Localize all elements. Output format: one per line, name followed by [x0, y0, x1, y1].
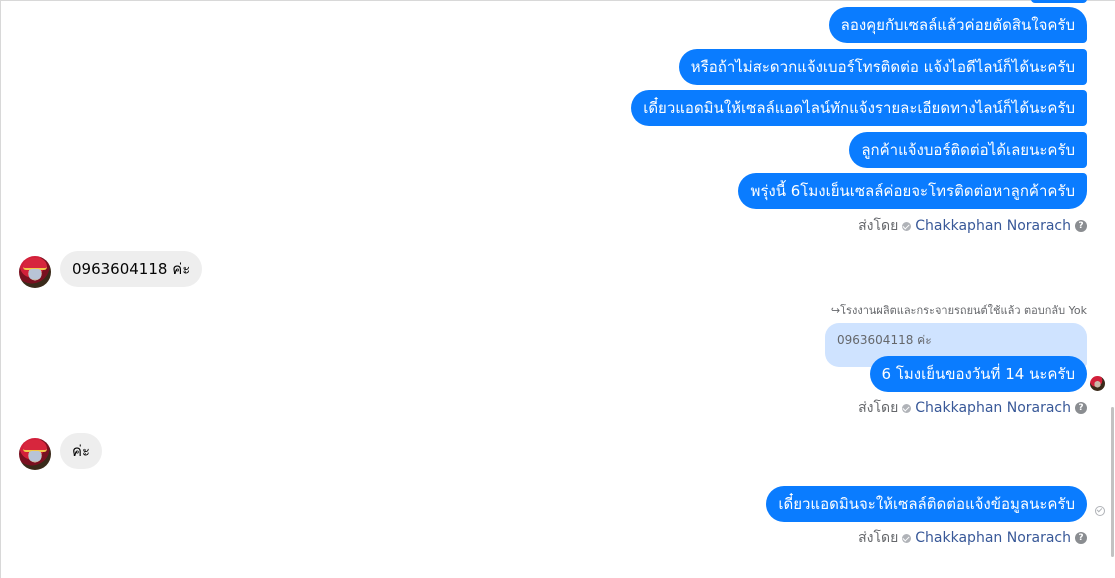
- incoming-message[interactable]: ค่ะ: [60, 433, 103, 469]
- verified-check-icon: [902, 403, 912, 413]
- incoming-message[interactable]: 0963604118 ค่ะ: [60, 251, 203, 287]
- avatar-mask-shape: [29, 269, 41, 279]
- sender-name-link[interactable]: Chakkaphan Norarach: [915, 218, 1071, 234]
- chat-thread: ลองคุยกับเซลล์แล้วค่อยตัดสินใจครับ หรือถ…: [0, 0, 1115, 578]
- verified-check-icon: [902, 221, 912, 231]
- outgoing-message[interactable]: เดี๋ยวแอดมินให้เซลล์แอดไลน์ทักแจ้งรายละเ…: [631, 90, 1087, 126]
- help-icon[interactable]: ?: [1075, 220, 1087, 232]
- scrollbar[interactable]: [1111, 407, 1114, 557]
- reply-context: ↪โรงงานผลิตและกระจายรถยนต์ใช้แล้ว ตอบกลั…: [831, 301, 1087, 319]
- sent-by-label: ส่งโดย: [858, 400, 899, 416]
- contact-avatar[interactable]: [19, 438, 51, 470]
- sent-by-line: ส่งโดย Chakkaphan Norarach ?: [858, 399, 1087, 417]
- sent-by-line: ส่งโดย Chakkaphan Norarach ?: [858, 217, 1087, 235]
- outgoing-message[interactable]: เดี๋ยวแอดมินจะให้เซลล์ติดต่อแจ้งข้อมูลนะ…: [766, 486, 1087, 522]
- contact-avatar[interactable]: [19, 256, 51, 288]
- previous-message-edge: [1031, 0, 1087, 3]
- sender-name-link[interactable]: Chakkaphan Norarach: [915, 530, 1071, 546]
- reply-arrow-icon: ↪: [830, 304, 841, 317]
- sent-status-icon: [1095, 506, 1105, 516]
- outgoing-message[interactable]: 6 โมงเย็นของวันที่ 14 นะครับ: [869, 356, 1087, 392]
- sent-by-label: ส่งโดย: [858, 218, 899, 234]
- help-icon[interactable]: ?: [1075, 532, 1087, 544]
- seen-avatar-icon: [1090, 376, 1105, 391]
- outgoing-message[interactable]: หรือถ้าไม่สะดวกแจ้งเบอร์โทรติดต่อ แจ้งไอ…: [678, 49, 1087, 85]
- outgoing-message[interactable]: ลูกค้าแจ้งบอร์ติดต่อได้เลยนะครับ: [849, 132, 1087, 168]
- reply-context-text: โรงงานผลิตและกระจายรถยนต์ใช้แล้ว ตอบกลับ…: [840, 304, 1087, 317]
- avatar-mask-shape: [29, 451, 41, 461]
- sender-name-link[interactable]: Chakkaphan Norarach: [915, 400, 1071, 416]
- sent-by-label: ส่งโดย: [858, 530, 899, 546]
- outgoing-message[interactable]: ลองคุยกับเซลล์แล้วค่อยตัดสินใจครับ: [828, 7, 1087, 43]
- sent-by-line: ส่งโดย Chakkaphan Norarach ?: [858, 529, 1087, 547]
- outgoing-message[interactable]: พรุ่งนี้ 6โมงเย็นเซลล์ค่อยจะโทรติดต่อหาล…: [738, 173, 1087, 209]
- help-icon[interactable]: ?: [1075, 402, 1087, 414]
- verified-check-icon: [902, 533, 912, 543]
